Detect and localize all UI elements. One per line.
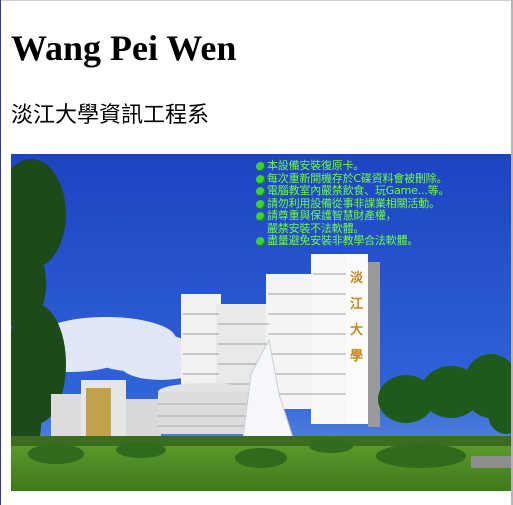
page-title: Wang Pei Wen bbox=[11, 28, 237, 68]
campus-photo: 淡 江 大 學 本設備安裝復原卡。 每次重新開機存於C碟資料會被刪除。 電腦教室… bbox=[11, 154, 511, 491]
campus-illustration: 淡 江 大 學 本設備安裝復原卡。 每次重新開機存於C碟資料會被刪除。 電腦教室… bbox=[11, 154, 511, 491]
window-top-border bbox=[0, 0, 513, 1]
lab-notice: 本設備安裝復原卡。 每次重新開機存於C碟資料會被刪除。 電腦教室內嚴禁飲食、玩G… bbox=[256, 159, 511, 248]
bullet-icon bbox=[256, 212, 265, 221]
bullet-icon bbox=[256, 174, 265, 184]
window-left-border bbox=[0, 0, 1, 505]
round-building bbox=[158, 383, 254, 434]
bullet-icon bbox=[256, 187, 265, 196]
sign-char-2: 江 bbox=[350, 296, 363, 312]
notice-item: 請尊重與保護智慧財產權， bbox=[256, 209, 511, 223]
sign-char-1: 淡 bbox=[350, 271, 364, 286]
bullet-icon bbox=[256, 199, 265, 209]
page-subtitle: 淡江大學資訊工程系 bbox=[11, 103, 210, 128]
bullet-icon bbox=[256, 162, 265, 171]
bullet-icon bbox=[256, 237, 265, 246]
sign-char-3: 大 bbox=[350, 322, 363, 338]
notice-item: 盡量避免安裝非教學合法軟體。 bbox=[256, 234, 511, 248]
sign-char-4: 學 bbox=[350, 348, 363, 364]
